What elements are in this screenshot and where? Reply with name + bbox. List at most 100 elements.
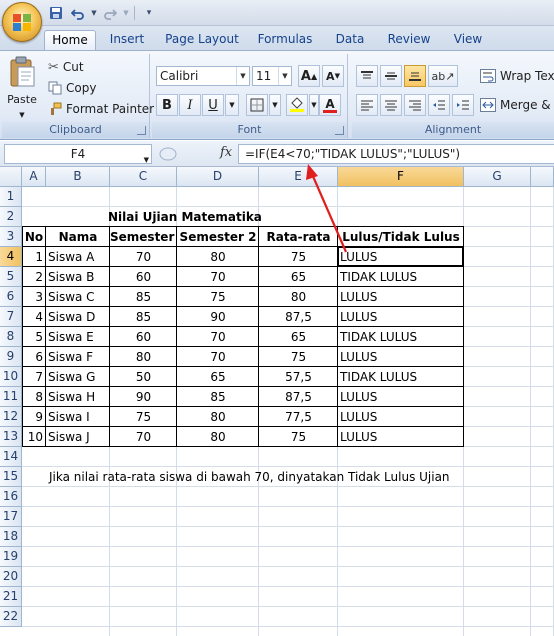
formula-input[interactable]: =IF(E4<70;"TIDAK LULUS";"LULUS") <box>238 144 554 164</box>
table-cell[interactable]: 70 <box>177 267 259 287</box>
table-header-cell[interactable]: No <box>22 227 46 247</box>
tab-view[interactable]: View <box>448 30 488 50</box>
tab-data[interactable]: Data <box>332 30 368 50</box>
row-header-21[interactable]: 21 <box>0 587 22 607</box>
chevron-down-icon[interactable]: ▼ <box>278 67 291 85</box>
orientation-button[interactable]: ab↗ <box>428 65 458 87</box>
row-header-4[interactable]: 4 <box>0 247 22 267</box>
table-cell[interactable]: 1 <box>22 247 46 267</box>
formula-divider-handle-icon[interactable] <box>158 146 178 162</box>
column-header-g[interactable]: G <box>464 167 531 187</box>
row-header-10[interactable]: 10 <box>0 367 22 387</box>
row-header-6[interactable]: 6 <box>0 287 22 307</box>
row-header-11[interactable]: 11 <box>0 387 22 407</box>
paste-button[interactable]: Paste ▼ <box>6 56 38 119</box>
select-all-corner[interactable] <box>0 167 22 187</box>
table-cell[interactable]: 10 <box>22 427 46 447</box>
row-header-17[interactable]: 17 <box>0 507 22 527</box>
table-cell[interactable]: 50 <box>110 367 177 387</box>
dialog-launcher-icon[interactable] <box>335 126 344 135</box>
worksheet-grid[interactable]: ABCDEFG 1 2 3 4 5 6 7 8 9 10 11 12 13 14 15 16 17 18 19 20 2… <box>0 167 554 636</box>
table-cell[interactable]: 90 <box>110 387 177 407</box>
chevron-down-icon[interactable]: ▼ <box>236 67 249 85</box>
row-header-16[interactable]: 16 <box>0 487 22 507</box>
row-header-18[interactable]: 18 <box>0 527 22 547</box>
table-cell[interactable]: 80 <box>177 247 259 267</box>
table-cell[interactable]: 2 <box>22 267 46 287</box>
table-cell[interactable]: 7 <box>22 367 46 387</box>
save-icon[interactable] <box>46 4 66 22</box>
table-cell[interactable]: LULUS <box>338 427 464 447</box>
table-cell[interactable]: LULUS <box>338 347 464 367</box>
table-cell[interactable]: TIDAK LULUS <box>338 367 464 387</box>
grow-font-button[interactable]: A ▲ <box>298 65 320 87</box>
tab-page-layout[interactable]: Page Layout <box>164 30 240 50</box>
tab-insert[interactable]: Insert <box>104 30 150 50</box>
row-header-12[interactable]: 12 <box>0 407 22 427</box>
table-cell[interactable]: 85 <box>177 387 259 407</box>
row-header-15[interactable]: 15 <box>0 467 22 487</box>
table-cell[interactable]: 75 <box>110 407 177 427</box>
column-header-f[interactable]: F <box>338 167 464 187</box>
table-header-cell[interactable]: Lulus/Tidak Lulus <box>338 227 464 247</box>
fill-color-button[interactable] <box>286 94 308 116</box>
table-header-cell[interactable]: Semester 1 <box>110 227 177 247</box>
column-header-e[interactable]: E <box>259 167 338 187</box>
tab-formulas[interactable]: Formulas <box>254 30 316 50</box>
align-center-button[interactable] <box>380 94 402 116</box>
underline-button[interactable]: U <box>202 94 224 116</box>
cut-button[interactable]: ✂ Cut <box>48 57 84 77</box>
table-cell[interactable]: 8 <box>22 387 46 407</box>
format-painter-button[interactable]: Format Painter <box>48 99 154 119</box>
row-header-22[interactable]: 22 <box>0 607 22 627</box>
row-header-5[interactable]: 5 <box>0 267 22 287</box>
table-cell[interactable]: 70 <box>110 427 177 447</box>
table-cell[interactable]: Siswa A <box>46 247 110 267</box>
table-cell[interactable]: Siswa D <box>46 307 110 327</box>
align-top-button[interactable] <box>356 65 378 87</box>
office-button[interactable] <box>2 2 42 42</box>
table-cell[interactable]: 4 <box>22 307 46 327</box>
table-cell[interactable]: 87,5 <box>259 307 338 327</box>
column-header-a[interactable]: A <box>22 167 46 187</box>
table-cell[interactable]: LULUS <box>338 407 464 427</box>
table-cell[interactable]: 80 <box>177 407 259 427</box>
table-cell[interactable]: Siswa B <box>46 267 110 287</box>
sheet-title[interactable]: Nilai Ujian Matematika <box>108 207 262 227</box>
increase-indent-button[interactable] <box>452 94 474 116</box>
chevron-down-icon[interactable]: ▼ <box>225 94 239 116</box>
font-size-combo[interactable]: 11 ▼ <box>252 66 292 86</box>
table-cell[interactable]: 80 <box>177 427 259 447</box>
table-cell[interactable]: Siswa H <box>46 387 110 407</box>
row-header-20[interactable]: 20 <box>0 567 22 587</box>
table-cell[interactable]: 85 <box>110 307 177 327</box>
shrink-font-button[interactable]: A ▼ <box>322 65 344 87</box>
align-bottom-button[interactable] <box>404 65 426 87</box>
table-cell[interactable]: 75 <box>259 247 338 267</box>
insert-function-icon[interactable]: fx <box>220 145 232 160</box>
row-header-19[interactable]: 19 <box>0 547 22 567</box>
table-cell[interactable]: 6 <box>22 347 46 367</box>
table-header-cell[interactable]: Semester 2 <box>177 227 259 247</box>
italic-button[interactable]: I <box>179 94 201 116</box>
column-header-d[interactable]: D <box>177 167 259 187</box>
column-header-c[interactable]: C <box>110 167 177 187</box>
copy-button[interactable]: Copy <box>48 78 96 98</box>
name-box[interactable]: F4 ▼ <box>4 144 152 164</box>
table-cell[interactable]: 77,5 <box>259 407 338 427</box>
table-cell[interactable]: 60 <box>110 267 177 287</box>
row-header-1[interactable]: 1 <box>0 187 22 207</box>
row-header-3[interactable]: 3 <box>0 227 22 247</box>
chevron-down-icon[interactable]: ▼ <box>269 94 281 116</box>
tab-review[interactable]: Review <box>384 30 434 50</box>
merge-center-button[interactable]: Merge & C <box>480 95 554 115</box>
table-cell[interactable]: 75 <box>259 347 338 367</box>
table-cell[interactable]: Siswa C <box>46 287 110 307</box>
table-cell[interactable]: 9 <box>22 407 46 427</box>
table-cell[interactable]: 70 <box>177 347 259 367</box>
tab-home[interactable]: Home <box>44 30 96 50</box>
undo-icon[interactable] <box>68 4 88 22</box>
table-header-cell[interactable]: Rata-rata <box>259 227 338 247</box>
table-cell[interactable]: Siswa F <box>46 347 110 367</box>
table-cell[interactable]: 65 <box>259 327 338 347</box>
